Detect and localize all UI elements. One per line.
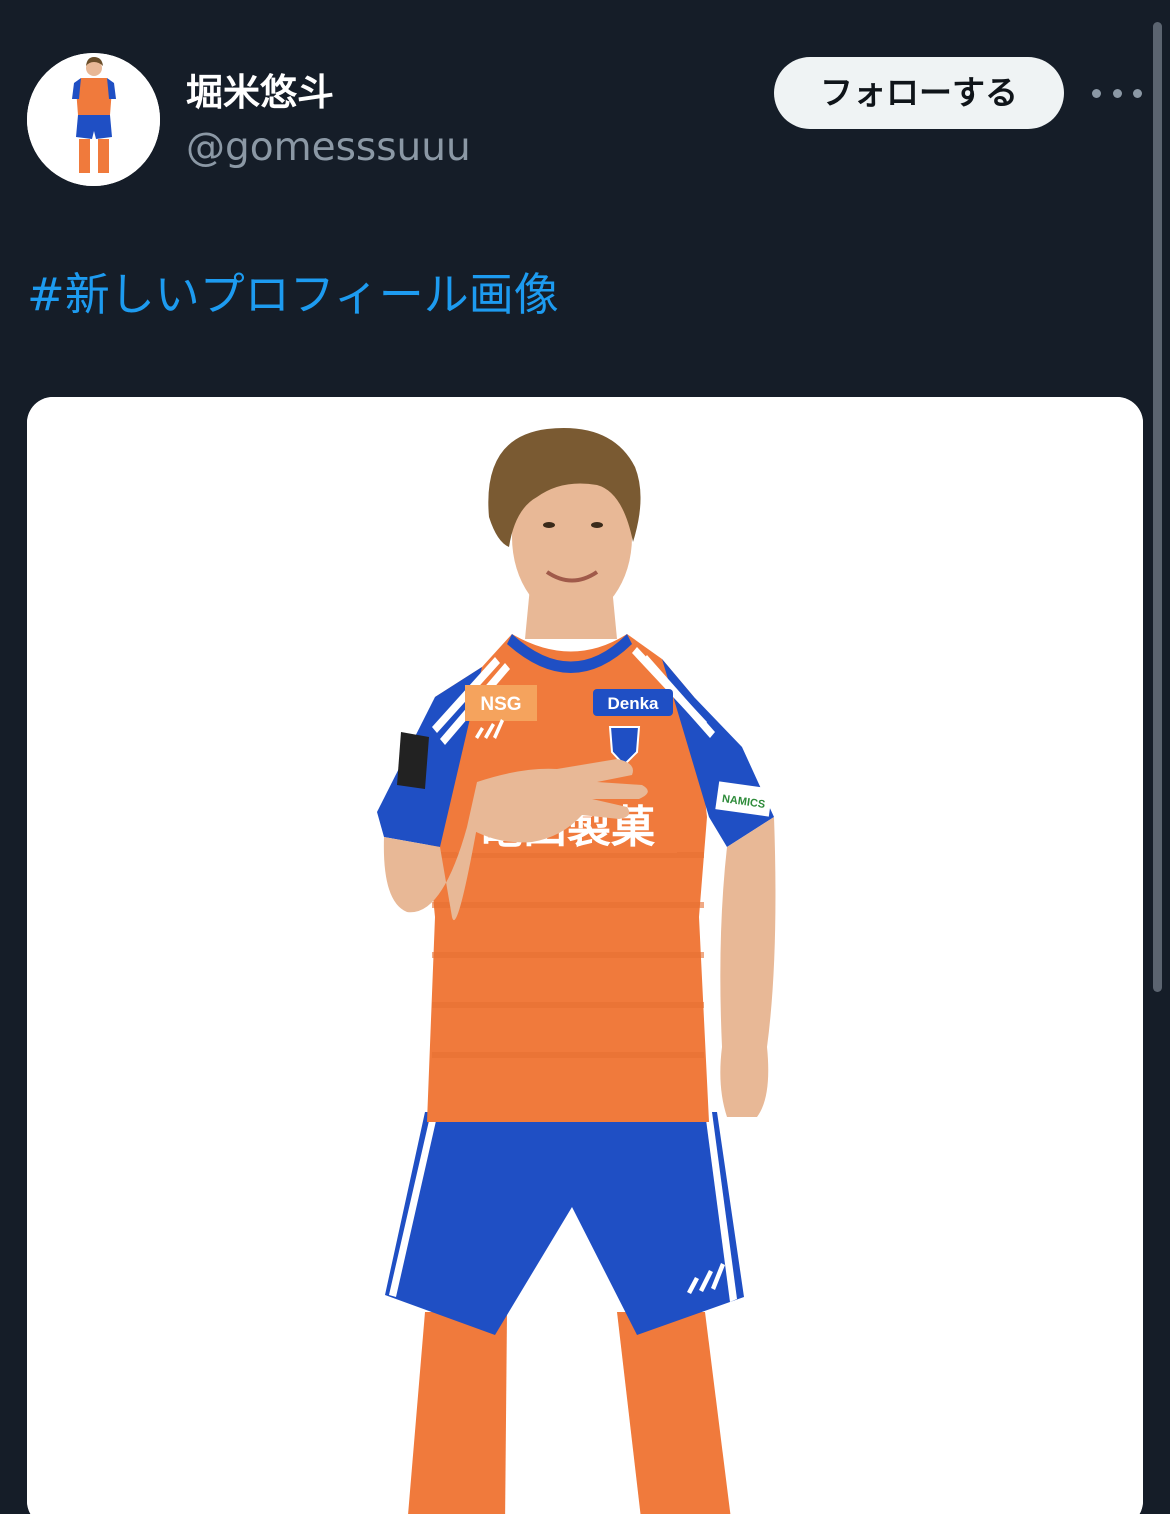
user-handle[interactable]: @gomesssuuu [186, 124, 471, 172]
avatar[interactable] [27, 53, 160, 186]
sponsor-denka: Denka [607, 694, 659, 713]
more-horizontal-icon[interactable] [1092, 78, 1142, 108]
tweet-view: 堀米悠斗 @gomesssuuu フォローする #新しいプロフィール画像 NSG… [0, 0, 1170, 1514]
scrollbar[interactable] [1153, 22, 1162, 992]
more-dot [1092, 88, 1101, 98]
follow-button[interactable]: フォローする [774, 57, 1064, 129]
more-dot [1133, 88, 1142, 98]
display-name[interactable]: 堀米悠斗 [186, 70, 334, 116]
league-patch [397, 732, 429, 789]
hashtag-link[interactable]: #新しいプロフィール画像 [27, 266, 559, 324]
tweet-photo[interactable]: NSG Denka 亀田製菓 NAMICS [27, 397, 1143, 1514]
more-dot [1112, 88, 1122, 98]
sponsor-nsg: NSG [480, 694, 521, 715]
left-arm [720, 817, 776, 1117]
